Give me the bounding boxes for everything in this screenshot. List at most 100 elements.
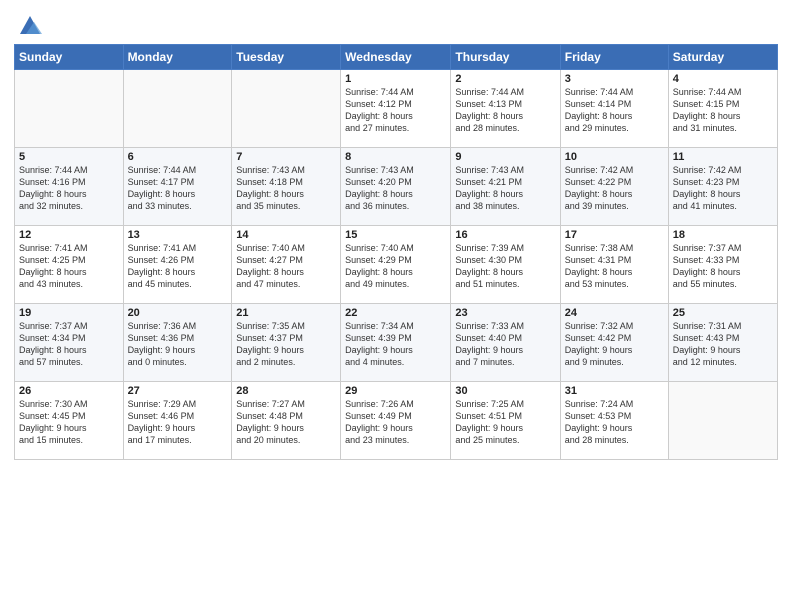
calendar-day-cell: 7Sunrise: 7:43 AMSunset: 4:18 PMDaylight… <box>232 148 341 226</box>
day-info: Sunrise: 7:31 AMSunset: 4:43 PMDaylight:… <box>673 320 773 369</box>
day-number: 8 <box>345 151 446 163</box>
calendar-day-cell: 25Sunrise: 7:31 AMSunset: 4:43 PMDayligh… <box>668 304 777 382</box>
calendar-day-cell: 26Sunrise: 7:30 AMSunset: 4:45 PMDayligh… <box>15 382 124 460</box>
day-number: 2 <box>455 73 555 85</box>
logo-icon <box>16 10 44 38</box>
day-info: Sunrise: 7:42 AMSunset: 4:22 PMDaylight:… <box>565 164 664 213</box>
calendar-day-cell: 18Sunrise: 7:37 AMSunset: 4:33 PMDayligh… <box>668 226 777 304</box>
calendar-week-row: 19Sunrise: 7:37 AMSunset: 4:34 PMDayligh… <box>15 304 778 382</box>
day-info: Sunrise: 7:44 AMSunset: 4:16 PMDaylight:… <box>19 164 119 213</box>
calendar-day-header: Thursday <box>451 45 560 70</box>
calendar-week-row: 26Sunrise: 7:30 AMSunset: 4:45 PMDayligh… <box>15 382 778 460</box>
day-info: Sunrise: 7:39 AMSunset: 4:30 PMDaylight:… <box>455 242 555 291</box>
calendar-day-cell: 15Sunrise: 7:40 AMSunset: 4:29 PMDayligh… <box>341 226 451 304</box>
day-number: 3 <box>565 73 664 85</box>
day-info: Sunrise: 7:24 AMSunset: 4:53 PMDaylight:… <box>565 398 664 447</box>
calendar-day-cell: 31Sunrise: 7:24 AMSunset: 4:53 PMDayligh… <box>560 382 668 460</box>
day-info: Sunrise: 7:26 AMSunset: 4:49 PMDaylight:… <box>345 398 446 447</box>
calendar-day-cell: 24Sunrise: 7:32 AMSunset: 4:42 PMDayligh… <box>560 304 668 382</box>
day-info: Sunrise: 7:43 AMSunset: 4:18 PMDaylight:… <box>236 164 336 213</box>
calendar-day-cell: 4Sunrise: 7:44 AMSunset: 4:15 PMDaylight… <box>668 70 777 148</box>
day-number: 22 <box>345 307 446 319</box>
calendar-day-cell: 28Sunrise: 7:27 AMSunset: 4:48 PMDayligh… <box>232 382 341 460</box>
calendar-day-cell: 12Sunrise: 7:41 AMSunset: 4:25 PMDayligh… <box>15 226 124 304</box>
calendar-day-cell: 1Sunrise: 7:44 AMSunset: 4:12 PMDaylight… <box>341 70 451 148</box>
logo <box>14 14 44 38</box>
calendar-day-cell: 22Sunrise: 7:34 AMSunset: 4:39 PMDayligh… <box>341 304 451 382</box>
day-number: 24 <box>565 307 664 319</box>
day-info: Sunrise: 7:37 AMSunset: 4:34 PMDaylight:… <box>19 320 119 369</box>
calendar-day-cell <box>123 70 232 148</box>
calendar-day-cell: 27Sunrise: 7:29 AMSunset: 4:46 PMDayligh… <box>123 382 232 460</box>
day-number: 30 <box>455 385 555 397</box>
day-info: Sunrise: 7:40 AMSunset: 4:27 PMDaylight:… <box>236 242 336 291</box>
day-info: Sunrise: 7:38 AMSunset: 4:31 PMDaylight:… <box>565 242 664 291</box>
day-number: 11 <box>673 151 773 163</box>
day-number: 19 <box>19 307 119 319</box>
day-number: 15 <box>345 229 446 241</box>
calendar-day-header: Monday <box>123 45 232 70</box>
day-info: Sunrise: 7:42 AMSunset: 4:23 PMDaylight:… <box>673 164 773 213</box>
calendar-day-cell: 2Sunrise: 7:44 AMSunset: 4:13 PMDaylight… <box>451 70 560 148</box>
calendar-day-header: Wednesday <box>341 45 451 70</box>
day-info: Sunrise: 7:43 AMSunset: 4:21 PMDaylight:… <box>455 164 555 213</box>
calendar-day-header: Saturday <box>668 45 777 70</box>
calendar-day-cell <box>668 382 777 460</box>
calendar-day-cell: 13Sunrise: 7:41 AMSunset: 4:26 PMDayligh… <box>123 226 232 304</box>
calendar-day-header: Tuesday <box>232 45 341 70</box>
calendar-day-cell: 23Sunrise: 7:33 AMSunset: 4:40 PMDayligh… <box>451 304 560 382</box>
calendar-day-cell: 10Sunrise: 7:42 AMSunset: 4:22 PMDayligh… <box>560 148 668 226</box>
calendar-week-row: 12Sunrise: 7:41 AMSunset: 4:25 PMDayligh… <box>15 226 778 304</box>
day-number: 4 <box>673 73 773 85</box>
header <box>14 10 778 38</box>
day-info: Sunrise: 7:43 AMSunset: 4:20 PMDaylight:… <box>345 164 446 213</box>
day-number: 18 <box>673 229 773 241</box>
day-info: Sunrise: 7:36 AMSunset: 4:36 PMDaylight:… <box>128 320 228 369</box>
day-info: Sunrise: 7:30 AMSunset: 4:45 PMDaylight:… <box>19 398 119 447</box>
day-number: 26 <box>19 385 119 397</box>
day-number: 14 <box>236 229 336 241</box>
day-info: Sunrise: 7:41 AMSunset: 4:25 PMDaylight:… <box>19 242 119 291</box>
day-number: 27 <box>128 385 228 397</box>
day-number: 20 <box>128 307 228 319</box>
calendar-table: SundayMondayTuesdayWednesdayThursdayFrid… <box>14 44 778 460</box>
calendar-day-cell: 14Sunrise: 7:40 AMSunset: 4:27 PMDayligh… <box>232 226 341 304</box>
calendar-day-cell: 6Sunrise: 7:44 AMSunset: 4:17 PMDaylight… <box>123 148 232 226</box>
day-number: 23 <box>455 307 555 319</box>
calendar-day-cell: 19Sunrise: 7:37 AMSunset: 4:34 PMDayligh… <box>15 304 124 382</box>
calendar-day-cell: 3Sunrise: 7:44 AMSunset: 4:14 PMDaylight… <box>560 70 668 148</box>
day-number: 13 <box>128 229 228 241</box>
calendar-day-cell <box>15 70 124 148</box>
day-info: Sunrise: 7:44 AMSunset: 4:15 PMDaylight:… <box>673 86 773 135</box>
day-info: Sunrise: 7:44 AMSunset: 4:12 PMDaylight:… <box>345 86 446 135</box>
day-info: Sunrise: 7:25 AMSunset: 4:51 PMDaylight:… <box>455 398 555 447</box>
day-info: Sunrise: 7:40 AMSunset: 4:29 PMDaylight:… <box>345 242 446 291</box>
day-info: Sunrise: 7:27 AMSunset: 4:48 PMDaylight:… <box>236 398 336 447</box>
day-number: 7 <box>236 151 336 163</box>
page: SundayMondayTuesdayWednesdayThursdayFrid… <box>0 0 792 612</box>
day-number: 5 <box>19 151 119 163</box>
day-info: Sunrise: 7:33 AMSunset: 4:40 PMDaylight:… <box>455 320 555 369</box>
calendar-day-cell: 5Sunrise: 7:44 AMSunset: 4:16 PMDaylight… <box>15 148 124 226</box>
calendar-day-cell: 9Sunrise: 7:43 AMSunset: 4:21 PMDaylight… <box>451 148 560 226</box>
calendar-day-cell: 30Sunrise: 7:25 AMSunset: 4:51 PMDayligh… <box>451 382 560 460</box>
day-info: Sunrise: 7:41 AMSunset: 4:26 PMDaylight:… <box>128 242 228 291</box>
day-number: 28 <box>236 385 336 397</box>
calendar-header-row: SundayMondayTuesdayWednesdayThursdayFrid… <box>15 45 778 70</box>
day-number: 25 <box>673 307 773 319</box>
day-info: Sunrise: 7:34 AMSunset: 4:39 PMDaylight:… <box>345 320 446 369</box>
calendar-day-cell: 11Sunrise: 7:42 AMSunset: 4:23 PMDayligh… <box>668 148 777 226</box>
day-number: 12 <box>19 229 119 241</box>
day-info: Sunrise: 7:44 AMSunset: 4:13 PMDaylight:… <box>455 86 555 135</box>
day-info: Sunrise: 7:44 AMSunset: 4:14 PMDaylight:… <box>565 86 664 135</box>
day-info: Sunrise: 7:37 AMSunset: 4:33 PMDaylight:… <box>673 242 773 291</box>
day-number: 9 <box>455 151 555 163</box>
day-number: 17 <box>565 229 664 241</box>
day-number: 29 <box>345 385 446 397</box>
calendar-day-cell: 8Sunrise: 7:43 AMSunset: 4:20 PMDaylight… <box>341 148 451 226</box>
calendar-week-row: 5Sunrise: 7:44 AMSunset: 4:16 PMDaylight… <box>15 148 778 226</box>
day-info: Sunrise: 7:35 AMSunset: 4:37 PMDaylight:… <box>236 320 336 369</box>
day-number: 31 <box>565 385 664 397</box>
day-number: 16 <box>455 229 555 241</box>
calendar-day-cell: 21Sunrise: 7:35 AMSunset: 4:37 PMDayligh… <box>232 304 341 382</box>
